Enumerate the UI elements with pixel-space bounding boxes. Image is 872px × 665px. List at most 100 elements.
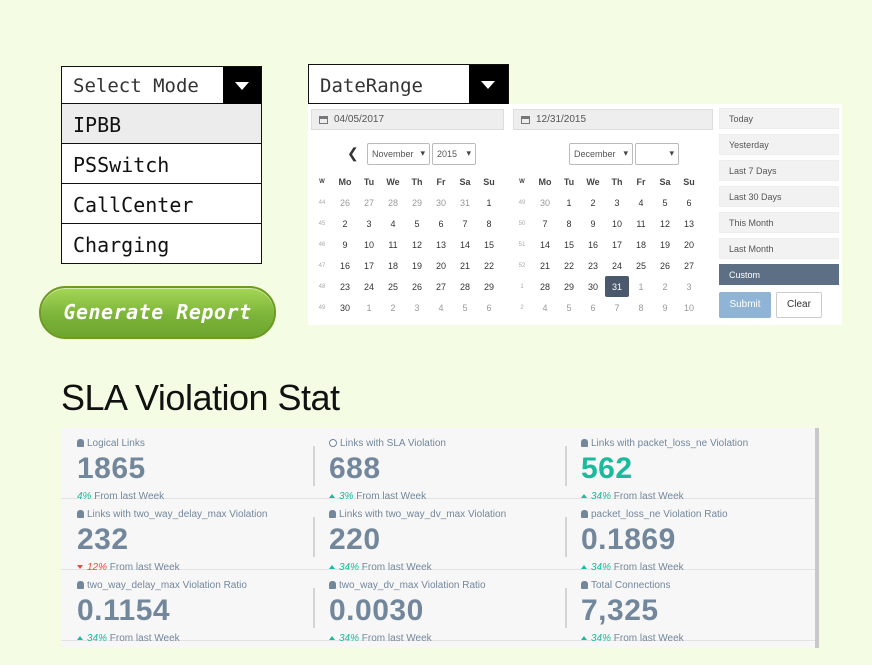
left-calendar-day[interactable]: 13 — [429, 234, 453, 255]
right-calendar-day[interactable]: 28 — [533, 276, 557, 297]
clear-button[interactable]: Clear — [776, 292, 822, 318]
right-calendar-day[interactable]: 10 — [677, 297, 701, 318]
right-calendar-day[interactable]: 5 — [653, 192, 677, 213]
right-calendar-day[interactable]: 6 — [581, 297, 605, 318]
left-calendar-day[interactable]: 1 — [477, 192, 501, 213]
right-calendar-day[interactable]: 17 — [605, 234, 629, 255]
left-calendar-day[interactable]: 26 — [405, 276, 429, 297]
right-calendar-day[interactable]: 9 — [581, 213, 605, 234]
range-item-today[interactable]: Today — [719, 108, 839, 129]
left-calendar-day[interactable]: 28 — [381, 192, 405, 213]
mode-option-charging[interactable]: Charging — [61, 224, 262, 264]
right-calendar-day[interactable]: 3 — [677, 276, 701, 297]
left-calendar-day[interactable]: 20 — [429, 255, 453, 276]
left-calendar-day[interactable]: 14 — [453, 234, 477, 255]
right-calendar-day[interactable]: 10 — [605, 213, 629, 234]
right-calendar-day[interactable]: 4 — [629, 192, 653, 213]
left-calendar-day[interactable]: 3 — [357, 213, 381, 234]
right-calendar-day[interactable]: 6 — [677, 192, 701, 213]
right-year-select[interactable] — [635, 143, 679, 165]
left-calendar-day[interactable]: 27 — [429, 276, 453, 297]
right-calendar-day[interactable]: 22 — [557, 255, 581, 276]
left-calendar-day[interactable]: 26 — [333, 192, 357, 213]
left-calendar-day[interactable]: 29 — [405, 192, 429, 213]
left-calendar-day[interactable]: 8 — [477, 213, 501, 234]
right-calendar-day[interactable]: 9 — [653, 297, 677, 318]
submit-button[interactable]: Submit — [719, 292, 771, 318]
right-calendar-day[interactable]: 11 — [629, 213, 653, 234]
start-date-input[interactable]: 04/05/2017 — [311, 109, 504, 130]
left-calendar-day[interactable]: 25 — [381, 276, 405, 297]
left-calendar-day[interactable]: 1 — [357, 297, 381, 318]
mode-option-psswitch[interactable]: PSSwitch — [61, 144, 262, 184]
right-calendar-day[interactable]: 19 — [653, 234, 677, 255]
right-calendar-day[interactable]: 1 — [629, 276, 653, 297]
mode-option-ipbb[interactable]: IPBB — [61, 104, 262, 144]
right-calendar-day[interactable]: 14 — [533, 234, 557, 255]
right-calendar-day[interactable]: 2 — [653, 276, 677, 297]
left-calendar-day[interactable]: 6 — [477, 297, 501, 318]
right-calendar-day[interactable]: 16 — [581, 234, 605, 255]
generate-report-button[interactable]: Generate Report — [39, 286, 276, 339]
range-item-last-30-days[interactable]: Last 30 Days — [719, 186, 839, 207]
mode-select[interactable]: Select Mode — [61, 66, 262, 104]
right-calendar-day[interactable]: 7 — [533, 213, 557, 234]
right-calendar-day[interactable]: 2 — [581, 192, 605, 213]
right-calendar-day[interactable]: 23 — [581, 255, 605, 276]
left-calendar-day[interactable]: 18 — [381, 255, 405, 276]
right-calendar-day[interactable]: 30 — [581, 276, 605, 297]
right-calendar-day[interactable]: 30 — [533, 192, 557, 213]
right-calendar-day[interactable]: 25 — [629, 255, 653, 276]
range-item-custom[interactable]: Custom — [719, 264, 839, 285]
right-calendar-day[interactable]: 27 — [677, 255, 701, 276]
left-calendar-day[interactable]: 31 — [453, 192, 477, 213]
mode-option-callcenter[interactable]: CallCenter — [61, 184, 262, 224]
date-range-select[interactable]: DateRange — [308, 64, 509, 104]
left-calendar-day[interactable]: 11 — [381, 234, 405, 255]
left-calendar-day[interactable]: 17 — [357, 255, 381, 276]
range-item-yesterday[interactable]: Yesterday — [719, 134, 839, 155]
left-calendar-day[interactable]: 23 — [333, 276, 357, 297]
left-calendar-day[interactable]: 19 — [405, 255, 429, 276]
left-calendar-day[interactable]: 5 — [453, 297, 477, 318]
left-calendar-day[interactable]: 22 — [477, 255, 501, 276]
range-item-last-month[interactable]: Last Month — [719, 238, 839, 259]
left-calendar-day[interactable]: 5 — [405, 213, 429, 234]
left-calendar-day[interactable]: 2 — [333, 213, 357, 234]
left-calendar-day[interactable]: 9 — [333, 234, 357, 255]
right-calendar-day[interactable]: 8 — [629, 297, 653, 318]
chevron-down-icon[interactable] — [223, 67, 261, 104]
left-month-select[interactable]: November — [367, 143, 430, 165]
right-calendar-day[interactable]: 20 — [677, 234, 701, 255]
left-calendar-day[interactable]: 7 — [453, 213, 477, 234]
left-year-select[interactable]: 2015 — [432, 143, 476, 165]
right-calendar-day[interactable]: 1 — [557, 192, 581, 213]
range-item-this-month[interactable]: This Month — [719, 212, 839, 233]
right-calendar-day[interactable]: 18 — [629, 234, 653, 255]
left-calendar-day[interactable]: 16 — [333, 255, 357, 276]
right-calendar-day[interactable]: 13 — [677, 213, 701, 234]
right-calendar-day[interactable]: 8 — [557, 213, 581, 234]
left-calendar-day[interactable]: 6 — [429, 213, 453, 234]
right-calendar-day[interactable]: 3 — [605, 192, 629, 213]
left-calendar-day[interactable]: 10 — [357, 234, 381, 255]
left-calendar-day[interactable]: 30 — [429, 192, 453, 213]
left-calendar-day[interactable]: 29 — [477, 276, 501, 297]
right-calendar-day[interactable]: 26 — [653, 255, 677, 276]
right-calendar-day[interactable]: 15 — [557, 234, 581, 255]
right-calendar-day[interactable]: 21 — [533, 255, 557, 276]
left-calendar-day[interactable]: 30 — [333, 297, 357, 318]
left-calendar-day[interactable]: 2 — [381, 297, 405, 318]
left-calendar-day[interactable]: 27 — [357, 192, 381, 213]
left-calendar-day[interactable]: 4 — [381, 213, 405, 234]
left-calendar-day[interactable]: 28 — [453, 276, 477, 297]
left-calendar-day[interactable]: 3 — [405, 297, 429, 318]
left-calendar-day[interactable]: 24 — [357, 276, 381, 297]
right-calendar-day[interactable]: 7 — [605, 297, 629, 318]
right-calendar-day[interactable]: 12 — [653, 213, 677, 234]
end-date-input[interactable]: 12/31/2015 — [513, 109, 713, 130]
right-calendar-day[interactable]: 5 — [557, 297, 581, 318]
chevron-left-icon[interactable]: ❮ — [347, 145, 359, 162]
left-calendar-day[interactable]: 4 — [429, 297, 453, 318]
right-calendar-day[interactable]: 29 — [557, 276, 581, 297]
